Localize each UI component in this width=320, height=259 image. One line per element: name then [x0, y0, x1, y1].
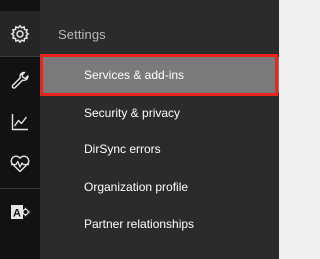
heart-pulse-icon [9, 154, 31, 174]
exchange-admin-icon: A [9, 202, 31, 222]
left-nav-rail: A [0, 0, 40, 259]
flyout-title: Settings [58, 27, 106, 42]
menu-item-label: Security & privacy [84, 106, 181, 120]
settings-flyout: Settings Services & add-ins Security & p… [40, 0, 279, 259]
rail-item-health[interactable] [0, 141, 40, 187]
rail-item-tools[interactable] [0, 57, 40, 103]
gear-icon [10, 24, 30, 44]
menu-item-security-privacy[interactable]: Security & privacy [40, 95, 279, 131]
menu-item-organization-profile[interactable]: Organization profile [40, 169, 279, 205]
rail-item-reports[interactable] [0, 99, 40, 145]
rail-item-settings[interactable] [0, 11, 40, 57]
rail-item-exchange[interactable]: A [0, 189, 40, 235]
exchange-admin-glyph: A [13, 208, 21, 220]
menu-item-label: Services & add-ins [84, 68, 185, 82]
menu-item-dirsync-errors[interactable]: DirSync errors [40, 131, 279, 167]
chart-line-icon [10, 112, 30, 132]
menu-item-partner-relationships[interactable]: Partner relationships [40, 206, 279, 242]
wrench-icon [10, 70, 30, 90]
menu-item-label: Partner relationships [84, 217, 195, 231]
menu-item-services-add-ins[interactable]: Services & add-ins [40, 57, 279, 93]
menu-item-label: Organization profile [84, 180, 189, 194]
menu-item-label: DirSync errors [84, 142, 161, 156]
